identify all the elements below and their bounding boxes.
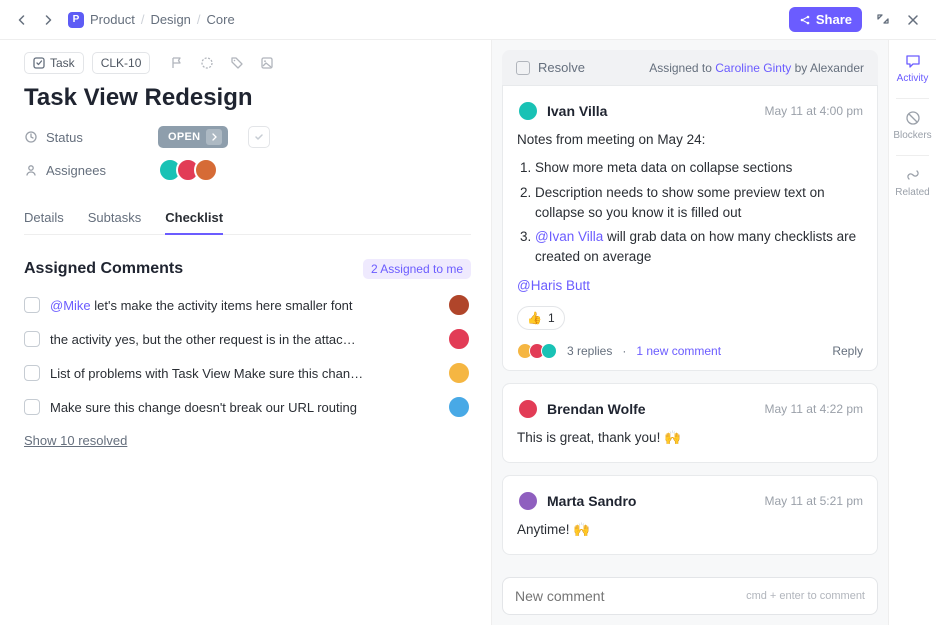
comment-time: May 11 at 4:22 pm bbox=[765, 402, 864, 416]
status-chip[interactable]: OPEN bbox=[158, 126, 228, 148]
list-item[interactable]: Make sure this change doesn't break our … bbox=[24, 395, 471, 419]
comment-time: May 11 at 4:00 pm bbox=[765, 104, 864, 118]
checkbox[interactable] bbox=[24, 331, 40, 347]
right-sidebar: Activity Blockers Related bbox=[888, 40, 936, 625]
breadcrumb-item[interactable]: Core bbox=[207, 12, 235, 27]
replies-count[interactable]: 3 replies bbox=[567, 342, 612, 360]
workspace-logo[interactable]: P bbox=[68, 12, 84, 28]
assigned-comments-heading: Assigned Comments bbox=[24, 260, 183, 278]
assigned-comments-list: @Mike let's make the activity items here… bbox=[24, 293, 471, 419]
task-type-chip[interactable]: Task bbox=[24, 52, 84, 74]
reaction-count: 1 bbox=[548, 309, 555, 327]
comment-author[interactable]: Brendan Wolfe bbox=[547, 401, 646, 417]
mention[interactable]: @Mike bbox=[50, 298, 91, 313]
activity-card: Marta Sandro May 11 at 5:21 pm Anytime! … bbox=[502, 475, 878, 555]
list-item[interactable]: the activity yes, but the other request … bbox=[24, 327, 471, 351]
image-icon[interactable] bbox=[260, 56, 274, 70]
sidebar-item-label: Activity bbox=[897, 73, 929, 84]
flag-icon[interactable] bbox=[170, 56, 184, 70]
comment-time: May 11 at 5:21 pm bbox=[765, 494, 864, 508]
sprint-icon[interactable] bbox=[200, 56, 214, 70]
mark-complete-button[interactable] bbox=[248, 126, 270, 148]
checkbox[interactable] bbox=[24, 399, 40, 415]
status-value: OPEN bbox=[168, 131, 200, 143]
comment-composer[interactable]: cmd + enter to comment bbox=[502, 577, 878, 615]
tab-details[interactable]: Details bbox=[24, 202, 64, 234]
reply-avatars[interactable] bbox=[517, 343, 557, 359]
comment-author[interactable]: Marta Sandro bbox=[547, 493, 636, 509]
assignee-avatars[interactable] bbox=[158, 158, 218, 182]
status-label: Status bbox=[24, 130, 144, 145]
assigned-user-link[interactable]: Caroline Ginty bbox=[715, 61, 791, 75]
tab-subtasks[interactable]: Subtasks bbox=[88, 202, 141, 234]
left-pane: Task CLK-10 Task View Redesign Status OP… bbox=[0, 40, 492, 625]
activity-card: Brendan Wolfe May 11 at 4:22 pm This is … bbox=[502, 383, 878, 463]
mention[interactable]: @Haris Butt bbox=[517, 278, 590, 293]
collapse-icon[interactable] bbox=[874, 11, 892, 29]
nav-forward-button[interactable] bbox=[40, 12, 56, 28]
share-button-label: Share bbox=[816, 12, 852, 27]
tabs: Details Subtasks Checklist bbox=[24, 202, 471, 235]
breadcrumb-item[interactable]: Product bbox=[90, 12, 135, 27]
resolve-checkbox[interactable] bbox=[516, 61, 530, 75]
tab-checklist[interactable]: Checklist bbox=[165, 202, 223, 235]
list-item: @Ivan Villa will grab data on how many c… bbox=[535, 227, 863, 268]
mention[interactable]: @Ivan Villa bbox=[535, 229, 603, 244]
sidebar-item-activity[interactable]: Activity bbox=[889, 50, 936, 90]
avatar[interactable] bbox=[447, 327, 471, 351]
checkbox[interactable] bbox=[24, 297, 40, 313]
comment-body: Notes from meeting on May 24: bbox=[517, 130, 863, 150]
avatar[interactable] bbox=[517, 490, 539, 512]
reply-button[interactable]: Reply bbox=[832, 342, 863, 360]
share-button[interactable]: Share bbox=[789, 7, 862, 32]
avatar[interactable] bbox=[517, 398, 539, 420]
task-type-label: Task bbox=[50, 56, 75, 70]
task-id-chip[interactable]: CLK-10 bbox=[92, 52, 151, 74]
comment-author[interactable]: Ivan Villa bbox=[547, 103, 607, 119]
comment-body: This is great, thank you! 🙌 bbox=[517, 428, 863, 448]
assignees-label: Assignees bbox=[24, 163, 144, 178]
checkbox[interactable] bbox=[24, 365, 40, 381]
reaction-emoji: 👍 bbox=[527, 309, 542, 327]
avatar[interactable] bbox=[194, 158, 218, 182]
tag-icon[interactable] bbox=[230, 56, 244, 70]
sidebar-item-label: Related bbox=[895, 187, 929, 198]
resolve-bar: Resolve Assigned to Caroline Ginty by Al… bbox=[502, 50, 878, 86]
assigned-to-me-badge[interactable]: 2 Assigned to me bbox=[363, 259, 471, 279]
activity-card: Ivan Villa May 11 at 4:00 pm Notes from … bbox=[502, 86, 878, 371]
resolve-label[interactable]: Resolve bbox=[538, 60, 585, 75]
right-pane: Resolve Assigned to Caroline Ginty by Al… bbox=[492, 40, 888, 625]
breadcrumb-item[interactable]: Design bbox=[150, 12, 190, 27]
list-item[interactable]: @Mike let's make the activity items here… bbox=[24, 293, 471, 317]
list-item: Show more meta data on collapse sections bbox=[535, 158, 863, 178]
show-resolved-link[interactable]: Show 10 resolved bbox=[24, 433, 127, 448]
comment-body: Anytime! 🙌 bbox=[517, 520, 863, 540]
sidebar-item-related[interactable]: Related bbox=[889, 164, 936, 204]
nav-back-button[interactable] bbox=[14, 12, 30, 28]
status-next-icon[interactable] bbox=[206, 129, 222, 145]
avatar[interactable] bbox=[447, 293, 471, 317]
list-item[interactable]: List of problems with Task View Make sur… bbox=[24, 361, 471, 385]
composer-hint: cmd + enter to comment bbox=[746, 590, 865, 602]
new-comment-indicator[interactable]: 1 new comment bbox=[636, 342, 721, 360]
sidebar-item-label: Blockers bbox=[893, 130, 931, 141]
avatar[interactable] bbox=[447, 361, 471, 385]
breadcrumb: Product / Design / Core bbox=[90, 12, 235, 27]
list-item: Description needs to show some preview t… bbox=[535, 183, 863, 224]
sidebar-item-blockers[interactable]: Blockers bbox=[889, 107, 936, 147]
avatar[interactable] bbox=[517, 100, 539, 122]
close-icon[interactable] bbox=[904, 11, 922, 29]
comment-input[interactable] bbox=[515, 588, 746, 604]
avatar[interactable] bbox=[447, 395, 471, 419]
page-title[interactable]: Task View Redesign bbox=[24, 84, 471, 112]
topbar: P Product / Design / Core Share bbox=[0, 0, 936, 40]
reaction-chip[interactable]: 👍 1 bbox=[517, 306, 565, 330]
